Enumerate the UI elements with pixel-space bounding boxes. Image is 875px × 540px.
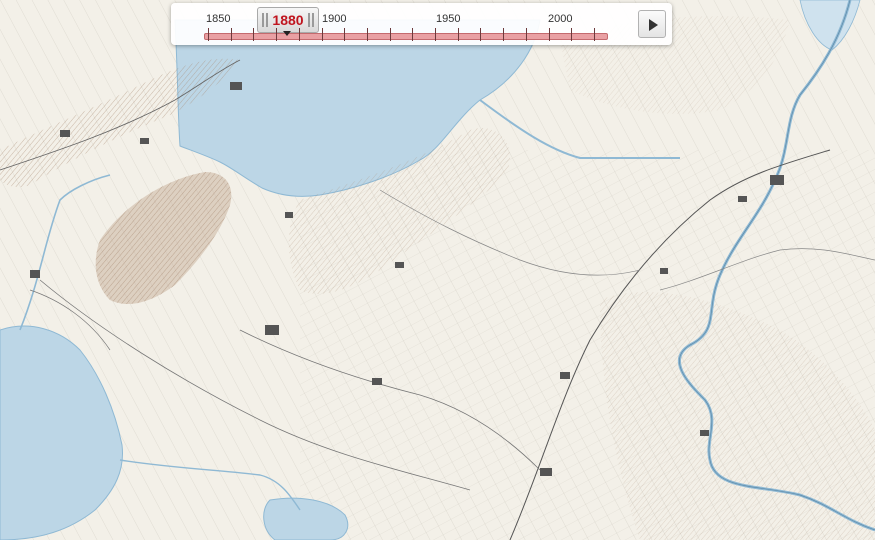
settlement xyxy=(560,372,570,379)
slider-tick xyxy=(344,28,346,41)
slider-tick xyxy=(593,28,595,41)
slider-tick xyxy=(253,28,255,41)
settlement xyxy=(140,138,149,144)
slider-tick xyxy=(503,28,505,41)
settlement xyxy=(265,325,279,335)
slider-tick xyxy=(548,28,550,41)
time-slider-handle[interactable]: 1880 xyxy=(257,7,319,33)
settlement xyxy=(30,270,40,278)
settlement xyxy=(540,468,552,476)
settlement xyxy=(372,378,382,385)
slider-tick xyxy=(276,28,278,41)
time-slider-track[interactable] xyxy=(204,33,608,40)
slider-tick xyxy=(571,28,573,41)
slider-tick xyxy=(412,28,414,41)
scale-label-1850: 1850 xyxy=(206,13,231,25)
time-slider-panel: 1850 1900 1950 2000 1880 xyxy=(171,3,672,45)
scale-label-1950: 1950 xyxy=(436,13,461,25)
slider-tick xyxy=(480,28,482,41)
slider-tick xyxy=(366,28,368,41)
slider-tick xyxy=(457,28,459,41)
settlement xyxy=(285,212,293,218)
settlement xyxy=(738,196,747,202)
scale-label-2000: 2000 xyxy=(548,13,573,25)
play-icon xyxy=(649,19,658,31)
slider-tick xyxy=(435,28,436,41)
settlement xyxy=(700,430,709,436)
settlement xyxy=(230,82,242,90)
slider-tick xyxy=(208,28,209,41)
slider-tick xyxy=(389,28,391,41)
slider-tick xyxy=(230,28,232,41)
settlement xyxy=(395,262,404,268)
scale-label-1900: 1900 xyxy=(322,13,347,25)
settlement xyxy=(660,268,668,274)
current-year: 1880 xyxy=(272,12,304,28)
slider-tick xyxy=(321,28,323,41)
handle-pointer-icon xyxy=(283,31,291,36)
historical-topographic-map[interactable] xyxy=(0,0,875,540)
settlement xyxy=(60,130,70,137)
slider-tick xyxy=(525,28,527,41)
settlement xyxy=(770,175,784,185)
play-button[interactable] xyxy=(638,10,666,38)
slider-tick xyxy=(298,28,300,41)
